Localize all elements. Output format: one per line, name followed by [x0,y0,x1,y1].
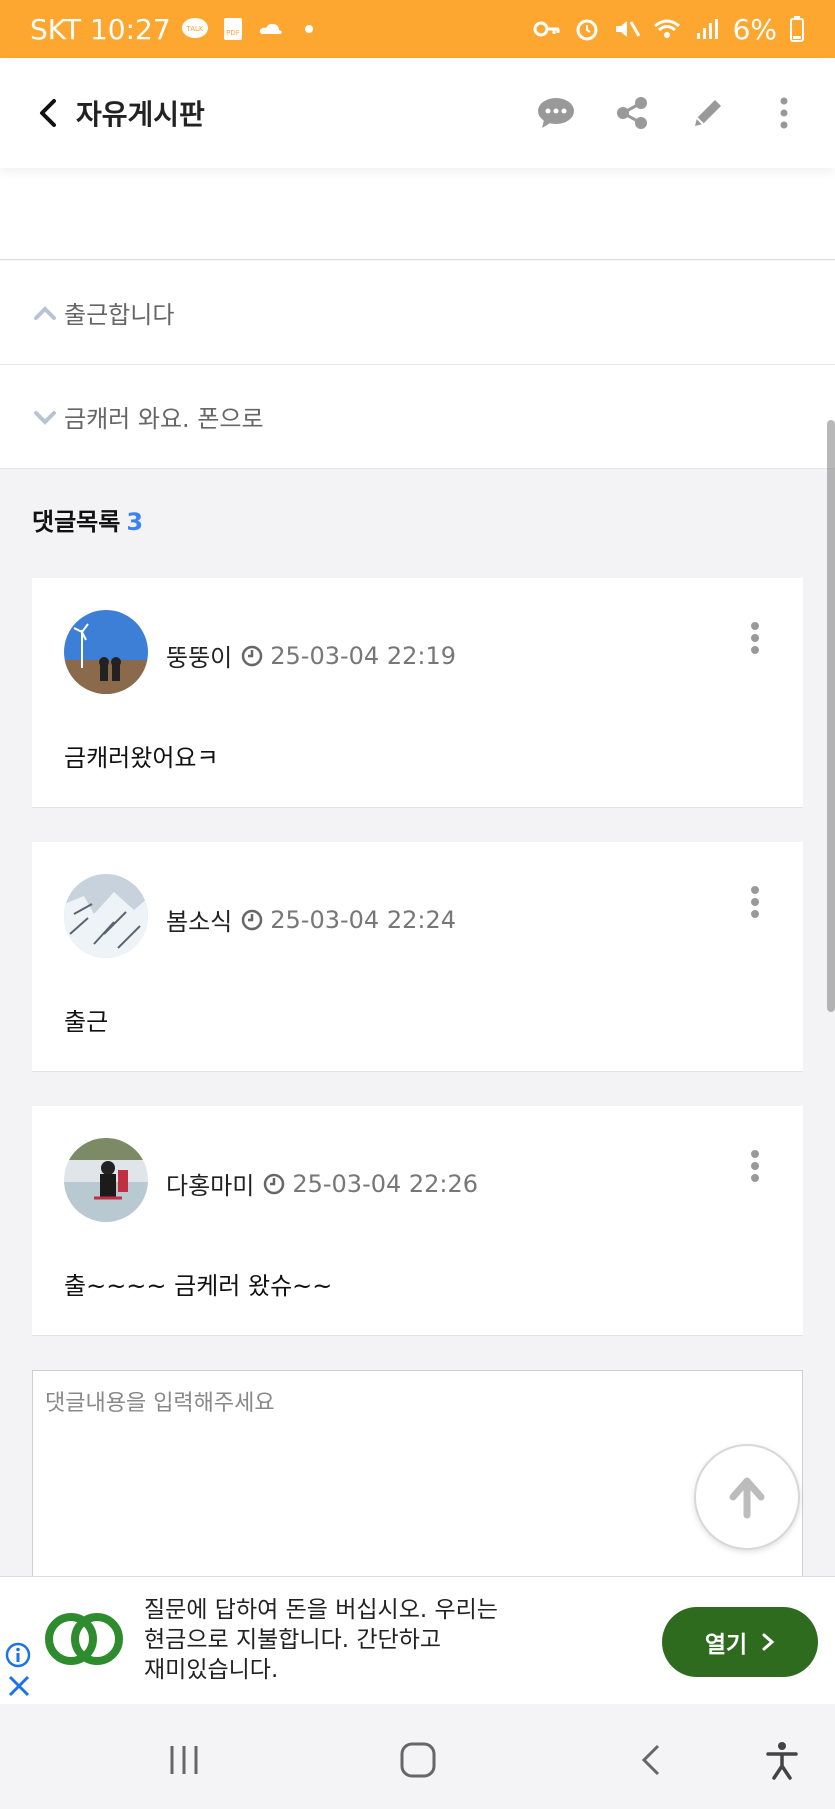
wifi-icon [653,19,680,38]
chevron-up-icon [34,305,56,320]
prev-post-link[interactable]: 출근합니다 [0,261,835,365]
speech-bubble-icon [538,98,574,128]
more-options-button[interactable] [763,92,805,134]
comment-text: 금캐러왔어요ㅋ [64,744,219,772]
pencil-icon [695,100,721,126]
prev-post-title: 출근합니다 [64,301,175,329]
ad-open-label: 열기 [704,1632,748,1658]
pdf-notification-icon: PDF [223,18,242,40]
avatar[interactable] [64,1138,148,1222]
clock-icon [242,909,263,930]
comment-item: 뚱뚱이 25-03-04 22:19 금캐러왔어요ㅋ [32,578,803,808]
cloud-notification-icon [259,23,282,34]
clock-icon [242,645,263,666]
home-icon[interactable] [398,1740,438,1780]
svg-text:PDF: PDF [226,29,240,37]
chevron-left-icon [40,99,56,127]
next-post-link[interactable]: 금캐러 와요. 폰으로 [0,365,835,469]
ad-text: 질문에 답하여 돈을 버십시오. 우리는 현금으로 지불합니다. 간단하고 재미… [144,1595,564,1685]
alarm-icon [576,19,598,41]
arrow-up-icon [729,1477,765,1519]
ad-text-line: 재미있습니다. [144,1657,279,1683]
scroll-top-button[interactable] [694,1444,800,1550]
reply-box [32,1370,803,1580]
edit-button[interactable] [687,92,729,134]
ad-info-icon[interactable] [4,1641,32,1669]
accessibility-icon[interactable] [762,1740,802,1780]
avatar[interactable] [64,874,148,958]
comment-item: 다홍마미 25-03-04 22:26 출~~~~ 금케러 왔슈~~ [32,1106,803,1336]
comment-more-icon[interactable] [747,1148,763,1184]
talk-notification-icon: TALK [181,18,208,38]
comment-more-icon[interactable] [747,884,763,920]
battery-percent: 6% [732,12,777,46]
status-bar: SKT 10:27 TALK PDF 6% [0,0,835,58]
ad-open-button[interactable]: 열기 [662,1607,818,1677]
recent-apps-icon[interactable] [164,1740,204,1780]
comment-author[interactable]: 봄소식 [166,902,232,937]
back-button[interactable] [28,93,68,133]
comments-heading: 댓글목록 3 [32,502,143,537]
avatar[interactable] [64,610,148,694]
battery-icon [790,16,804,42]
ad-text-line: 질문에 답하여 돈을 버십시오. 우리는 [144,1597,498,1623]
comment-author[interactable]: 다홍마미 [166,1166,254,1201]
ad-text-line: 현금으로 지불합니다. 간단하고 [144,1627,442,1653]
scrollbar[interactable] [827,420,835,1012]
share-button[interactable] [611,92,653,134]
comment-time: 25-03-04 22:19 [270,641,456,670]
comment-time: 25-03-04 22:24 [270,905,456,934]
ad-banner[interactable]: 질문에 답하여 돈을 버십시오. 우리는 현금으로 지불합니다. 간단하고 재미… [0,1576,835,1704]
chevron-down-icon [34,410,56,425]
svg-text:TALK: TALK [185,25,203,33]
comment-more-icon[interactable] [747,620,763,656]
content-area: 출근합니다 금캐러 와요. 폰으로 댓글목록 3 뚱뚱이 25-03-04 22:… [0,168,835,1580]
comment-button[interactable] [535,92,577,134]
comments-count: 3 [126,508,144,536]
app-bar: 자유게시판 [0,58,835,168]
chevron-right-icon [762,1633,775,1651]
key-icon [533,21,560,37]
mute-icon [615,21,640,37]
page-title: 자유게시판 [76,98,205,131]
comment-time: 25-03-04 22:26 [292,1169,479,1198]
ad-logo [45,1613,123,1665]
clock-icon [264,1173,285,1194]
next-post-title: 금캐러 와요. 폰으로 [64,405,264,433]
vertical-dots-icon [780,97,788,129]
comment-text: 출근 [64,1008,109,1036]
share-icon [617,97,647,129]
comment-item: 봄소식 25-03-04 22:24 출근 [32,842,803,1072]
comment-author[interactable]: 뚱뚱이 [166,638,232,673]
close-icon[interactable] [6,1673,32,1699]
reply-input[interactable] [33,1371,802,1579]
signal-icon [696,19,718,39]
comments-heading-label: 댓글목록 [32,508,121,536]
dot-notification-icon [304,25,313,33]
post-end-area [0,168,835,260]
system-nav-bar [0,1704,835,1809]
comment-text: 출~~~~ 금케러 왔슈~~ [64,1272,333,1300]
back-nav-icon[interactable] [632,1740,672,1780]
status-carrier-time: SKT 10:27 [30,12,171,46]
